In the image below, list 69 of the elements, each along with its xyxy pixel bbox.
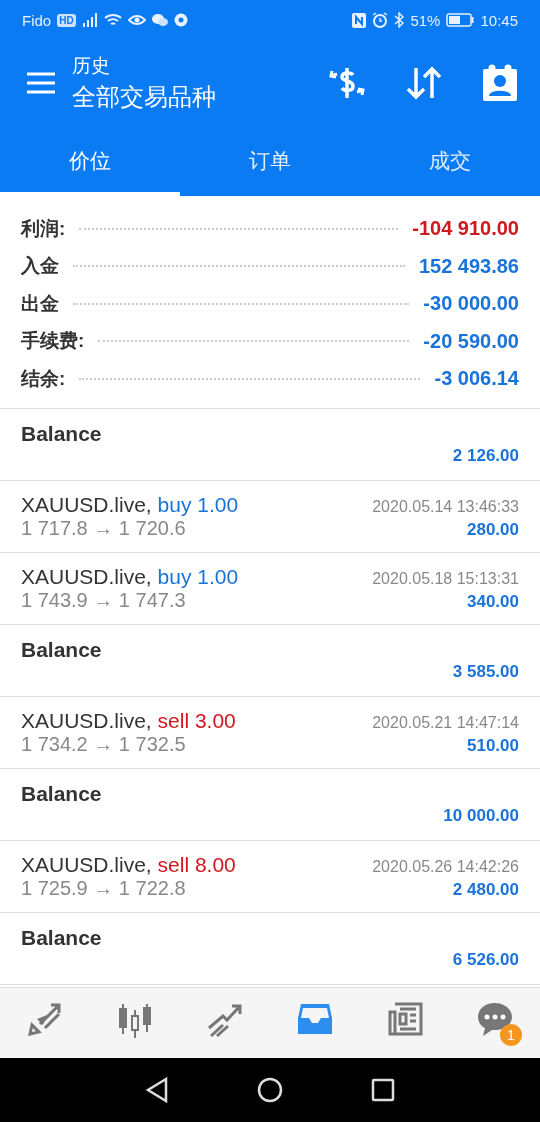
menu-button[interactable] (26, 71, 56, 95)
balance-title: Balance (21, 422, 103, 446)
summary-value: -20 590.00 (423, 329, 519, 353)
balance-amount: 6 526.00 (452, 950, 519, 970)
trade-symbol: XAUUSD.live, sell 8.00 (21, 852, 236, 877)
newspaper-icon (386, 1000, 424, 1038)
battery-percent: 51% (410, 11, 441, 29)
balance-title: Balance (21, 926, 103, 950)
carrier-name: Fido (22, 11, 52, 29)
summary-value: -3 006.14 (434, 367, 519, 391)
alarm-icon (372, 12, 389, 28)
balance-amount: 10 000.00 (443, 806, 519, 826)
summary-value: -30 000.00 (423, 292, 519, 316)
browser-icon (173, 13, 188, 27)
summary-label: 手续费: (21, 329, 85, 354)
recents-button[interactable] (371, 1078, 395, 1102)
trade-profit: 2 480.00 (452, 879, 519, 900)
bluetooth-icon (394, 12, 405, 28)
summary-label: 利润: (21, 216, 66, 241)
hd-badge: HD (57, 13, 76, 27)
trade-time: 2020.05.18 15:13:31 (372, 569, 519, 588)
page-subtitle: 历史 (72, 54, 111, 78)
home-button[interactable] (257, 1077, 283, 1103)
balance-amount: 3 585.00 (452, 662, 519, 682)
balance-row[interactable]: Balance 10 000.00 (0, 768, 540, 841)
trade-symbol: XAUUSD.live, sell 3.00 (21, 708, 236, 733)
trade-time: 2020.05.21 14:47:14 (372, 713, 519, 732)
trade-row[interactable]: XAUUSD.live, sell 8.00 2020.05.26 14:42:26 1 725.9 → 1 722.8 2 480.00 (0, 840, 540, 913)
balance-title: Balance (21, 782, 103, 806)
contact-card-button[interactable] (482, 64, 518, 102)
summary-label: 入金 (21, 254, 59, 279)
balance-row[interactable]: Balance 3 585.00 (0, 624, 540, 697)
trade-row[interactable]: XAUUSD.live, buy 1.00 2020.05.18 15:13:31 1 743.9 → 1 747.3 340.00 (0, 552, 540, 625)
tab[interactable]: 价位 (0, 126, 180, 196)
balance-row[interactable]: Balance 6 526.00 (0, 912, 540, 985)
trade-prices: 1 734.2 → 1 732.5 (21, 732, 186, 756)
balance-title: Balance (21, 638, 103, 662)
balance-row[interactable]: Balance 2 126.00 (0, 408, 540, 481)
trade-prices: 1 725.9 → 1 722.8 (21, 876, 186, 900)
trade-profit: 510.00 (467, 735, 519, 756)
summary-label: 结余: (21, 366, 66, 391)
trade-profit: 340.00 (467, 591, 519, 612)
trade-row[interactable]: XAUUSD.live, buy 1.00 2020.05.14 13:46:33 1 717.8 → 1 720.6 280.00 (0, 480, 540, 553)
sort-button[interactable] (406, 66, 442, 100)
trade-symbol: XAUUSD.live, buy 1.00 (21, 492, 239, 517)
currency-exchange-button[interactable] (328, 65, 366, 101)
trade-profit: 280.00 (467, 519, 519, 540)
trade-time: 2020.05.14 13:46:33 (372, 497, 519, 516)
trade-row[interactable]: XAUUSD.live, sell 3.00 2020.05.21 14:47:14 1 734.2 → 1 732.5 510.00 (0, 696, 540, 769)
notification-badge: 1 (500, 1024, 522, 1046)
chat-bubble-icon (476, 1000, 514, 1038)
trade-time: 2020.05.26 14:42:26 (372, 857, 519, 876)
signal-icon (81, 13, 98, 27)
summary-label: 出金 (21, 291, 59, 316)
wifi-icon (103, 13, 122, 27)
clock-time: 10:45 (480, 11, 518, 29)
trade-symbol: XAUUSD.live, buy 1.00 (21, 564, 239, 589)
trade-prices: 1 717.8 → 1 720.6 (21, 516, 186, 540)
eye-icon (127, 13, 146, 27)
summary-value: -104 910.00 (412, 217, 519, 241)
back-button[interactable] (145, 1077, 169, 1103)
summary-value: 152 493.86 (418, 254, 519, 278)
nfc-icon (352, 12, 367, 28)
battery-icon (446, 13, 475, 27)
trade-prices: 1 743.9 → 1 747.3 (21, 588, 186, 612)
balance-amount: 2 126.00 (452, 446, 519, 466)
chat-app-icon (151, 13, 168, 27)
page-title[interactable]: 全部交易品种 (72, 81, 328, 113)
tab[interactable]: 成交 (360, 126, 540, 196)
